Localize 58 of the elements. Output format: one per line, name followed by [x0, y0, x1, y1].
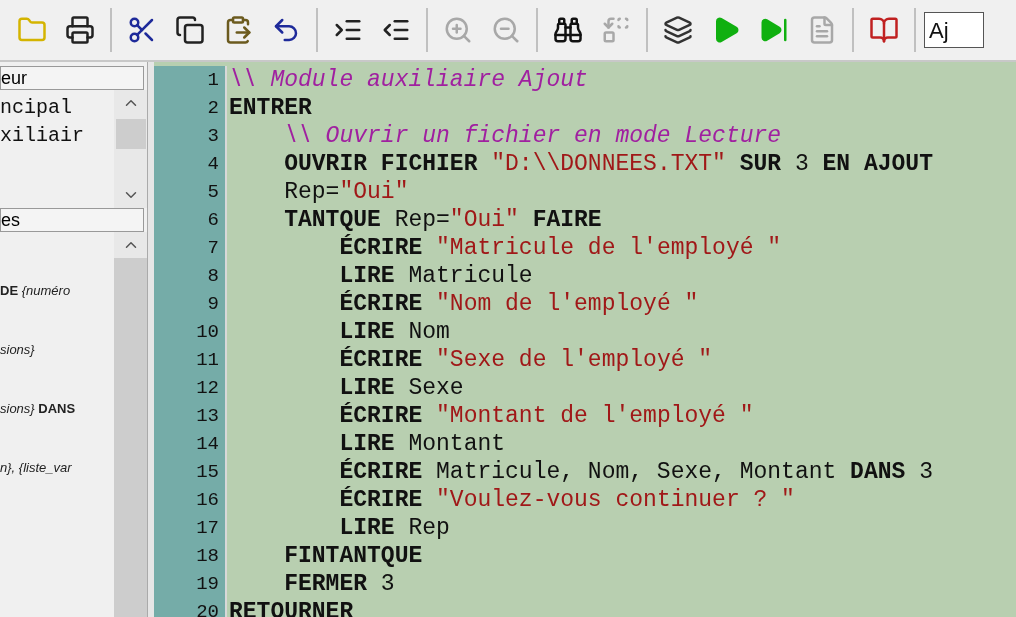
scroll-thumb[interactable] — [115, 119, 146, 149]
help-book-icon — [869, 15, 899, 45]
panel-header: es — [0, 208, 144, 232]
code-line: \\ Module auxiliaire Ajout — [229, 66, 589, 94]
line-number: 4 — [207, 152, 219, 177]
module-item[interactable]: ncipal — [0, 94, 114, 122]
instruction-item[interactable]: sions} — [0, 341, 114, 359]
code-line: LIRE Rep — [338, 514, 451, 542]
module-item[interactable]: xiliair — [0, 122, 114, 150]
line-number: 13 — [196, 404, 219, 429]
code-line: ÉCRIRE "Voulez-vous continuer ? " — [338, 486, 796, 514]
line-number: 2 — [207, 96, 219, 121]
line-number: 1 — [207, 68, 219, 93]
code-line: LIRE Nom — [338, 318, 451, 346]
code-line: LIRE Matricule — [338, 262, 534, 290]
line-number: 17 — [196, 516, 219, 541]
scrollbar[interactable] — [114, 232, 147, 617]
code-line: FINTANTQUE — [283, 542, 424, 570]
code-line: LIRE Montant — [338, 430, 507, 458]
combo-box[interactable]: Aj — [924, 12, 984, 48]
line-number: 18 — [196, 544, 219, 569]
line-number: 6 — [207, 208, 219, 233]
line-number: 14 — [196, 432, 219, 457]
stack-icon — [663, 15, 693, 45]
line-number: 16 — [196, 488, 219, 513]
instruction-item[interactable]: sions} DANS — [0, 400, 114, 418]
code-line: ÉCRIRE Matricule, Nom, Sexe, Montant DANS 3 — [338, 458, 933, 486]
line-number: 9 — [207, 292, 219, 317]
copy-icon — [175, 15, 205, 45]
zoom-out-icon — [491, 15, 521, 45]
code-line: \\ Ouvrir un fichier en mode Lecture — [283, 122, 783, 150]
code-line: ÉCRIRE "Sexe de l'employé " — [338, 346, 714, 374]
panel-header: eur — [0, 66, 144, 90]
code-line: ÉCRIRE "Montant de l'employé " — [338, 402, 755, 430]
printer-icon — [65, 15, 95, 45]
instruction-item[interactable]: n}, {liste_var — [0, 459, 114, 477]
binoculars-icon — [553, 15, 583, 45]
line-number: 12 — [196, 376, 219, 401]
line-number: 7 — [207, 236, 219, 261]
code-line: FERMER 3 — [283, 570, 396, 598]
line-number: 15 — [196, 460, 219, 485]
code-line: Rep="Oui" — [283, 178, 410, 206]
code-line: LIRE Sexe — [338, 374, 465, 402]
line-number: 20 — [196, 600, 219, 617]
line-number: 5 — [207, 180, 219, 205]
instruction-item[interactable]: DE {numéro — [0, 282, 114, 300]
code-line: ÉCRIRE "Matricule de l'employé " — [338, 234, 783, 262]
line-number: 10 — [196, 320, 219, 345]
zoom-in-icon — [443, 15, 473, 45]
code-line: OUVRIR FICHIER "D:\\DONNEES.TXT" SUR 3 EN AJOUT — [283, 150, 933, 178]
code-line: ÉCRIRE "Nom de l'employé " — [338, 290, 700, 318]
line-number: 3 — [207, 124, 219, 149]
line-number: 11 — [196, 348, 219, 373]
line-number: 19 — [196, 572, 219, 597]
code-line: ENTRER — [229, 94, 313, 122]
scrollbar[interactable] — [114, 90, 147, 208]
line-number: 8 — [207, 264, 219, 289]
code-line: TANTQUE Rep="Oui" FAIRE — [283, 206, 603, 234]
